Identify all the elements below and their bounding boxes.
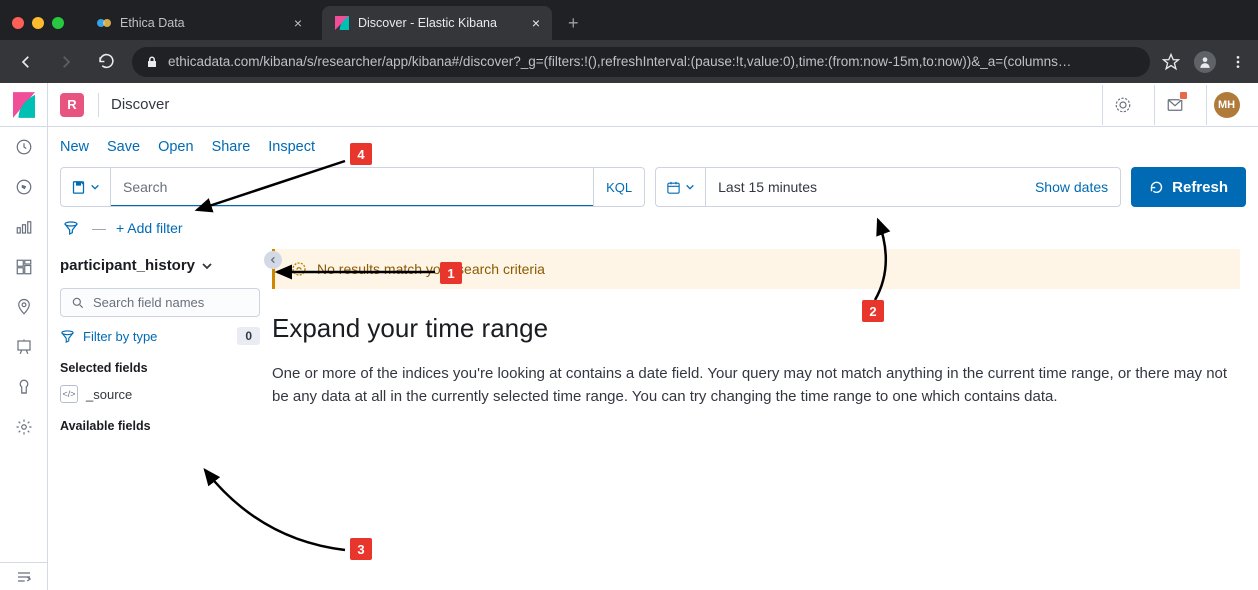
time-range-label[interactable]: Last 15 minutes bbox=[706, 168, 1023, 206]
field-name: _source bbox=[86, 387, 132, 402]
share-button[interactable]: Share bbox=[212, 139, 251, 155]
selected-fields-label: Selected fields bbox=[60, 361, 260, 375]
forward-button[interactable] bbox=[52, 48, 80, 76]
notification-dot-icon bbox=[1179, 91, 1188, 100]
nav-discover-icon[interactable] bbox=[0, 167, 48, 207]
add-filter-button[interactable]: + Add filter bbox=[116, 220, 183, 236]
chevron-down-icon bbox=[201, 260, 213, 272]
action-bar: New Save Open Share Inspect bbox=[48, 127, 1258, 167]
show-dates-button[interactable]: Show dates bbox=[1023, 168, 1120, 206]
favicon-icon bbox=[334, 15, 350, 31]
tab-title: Ethica Data bbox=[120, 16, 185, 30]
filter-icon bbox=[60, 329, 75, 344]
chevron-down-icon bbox=[685, 182, 695, 192]
field-item[interactable]: </> _source bbox=[60, 385, 260, 403]
window-zoom-icon[interactable] bbox=[52, 17, 64, 29]
calendar-button[interactable] bbox=[656, 168, 706, 206]
field-search-input[interactable]: Search field names bbox=[60, 288, 260, 317]
url-text: ethicadata.com/kibana/s/researcher/app/k… bbox=[168, 54, 1136, 69]
saved-query-button[interactable] bbox=[61, 168, 111, 206]
time-picker: Last 15 minutes Show dates bbox=[655, 167, 1121, 207]
browser-tab-kibana[interactable]: Discover - Elastic Kibana × bbox=[322, 6, 552, 40]
breadcrumb: Discover bbox=[111, 96, 169, 113]
fields-sidebar: participant_history Search field names F… bbox=[48, 249, 272, 590]
expand-title: Expand your time range bbox=[272, 313, 1240, 344]
field-type-icon: </> bbox=[60, 385, 78, 403]
star-icon[interactable] bbox=[1162, 53, 1180, 71]
query-row: Search KQL Last 15 minutes Show dates Re… bbox=[48, 167, 1258, 217]
filter-bar: — + Add filter bbox=[48, 217, 1258, 249]
refresh-label: Refresh bbox=[1172, 179, 1228, 196]
favicon-icon bbox=[96, 15, 112, 31]
newsfeed-icon[interactable] bbox=[1154, 85, 1194, 125]
reload-button[interactable] bbox=[92, 48, 120, 76]
nav-visualize-icon[interactable] bbox=[0, 207, 48, 247]
no-results-banner: No results match your search criteria bbox=[272, 249, 1240, 289]
window-close-icon[interactable] bbox=[12, 17, 24, 29]
search-input[interactable]: Search bbox=[111, 168, 593, 207]
available-fields-label: Available fields bbox=[60, 419, 260, 433]
close-icon[interactable]: × bbox=[294, 15, 302, 31]
kibana-app: R Discover MH New Save Open Share Inspec… bbox=[0, 83, 1258, 590]
address-bar[interactable]: ethicadata.com/kibana/s/researcher/app/k… bbox=[132, 47, 1150, 77]
field-search-placeholder: Search field names bbox=[93, 295, 204, 310]
new-tab-button[interactable]: + bbox=[560, 13, 587, 34]
results-area: No results match your search criteria Ex… bbox=[272, 249, 1258, 590]
nav-management-icon[interactable] bbox=[0, 407, 48, 447]
back-button[interactable] bbox=[12, 48, 40, 76]
search-icon bbox=[71, 296, 85, 310]
chevron-down-icon bbox=[90, 182, 100, 192]
refresh-button[interactable]: Refresh bbox=[1131, 167, 1246, 207]
warning-text: No results match your search criteria bbox=[317, 261, 545, 277]
search-placeholder: Search bbox=[123, 179, 167, 195]
nav-recent-icon[interactable] bbox=[0, 127, 48, 167]
index-pattern-name: participant_history bbox=[60, 257, 195, 274]
content-row: participant_history Search field names F… bbox=[48, 249, 1258, 590]
main-area: R Discover MH New Save Open Share Inspec… bbox=[48, 83, 1258, 590]
sidebar-collapse-icon[interactable] bbox=[264, 251, 282, 269]
address-row: ethicadata.com/kibana/s/researcher/app/k… bbox=[0, 40, 1258, 83]
lock-icon bbox=[146, 56, 158, 68]
nav-collapse-button[interactable] bbox=[0, 562, 48, 590]
window-minimize-icon[interactable] bbox=[32, 17, 44, 29]
inspect-button[interactable]: Inspect bbox=[268, 139, 315, 155]
divider bbox=[98, 93, 99, 117]
index-pattern-picker[interactable]: participant_history bbox=[60, 253, 260, 278]
query-group: Search KQL bbox=[60, 167, 645, 207]
profile-icon[interactable] bbox=[1194, 51, 1216, 73]
warning-icon bbox=[291, 261, 307, 277]
close-icon[interactable]: × bbox=[532, 15, 540, 31]
open-button[interactable]: Open bbox=[158, 139, 193, 155]
new-button[interactable]: New bbox=[60, 139, 89, 155]
help-icon[interactable] bbox=[1102, 85, 1142, 125]
filter-by-type-label: Filter by type bbox=[83, 329, 157, 344]
nav-canvas-icon[interactable] bbox=[0, 327, 48, 367]
browser-chrome: Ethica Data × Discover - Elastic Kibana … bbox=[0, 0, 1258, 83]
top-bar: R Discover MH bbox=[48, 83, 1258, 127]
left-nav-rail bbox=[0, 83, 48, 590]
nav-maps-icon[interactable] bbox=[0, 287, 48, 327]
filter-by-type-button[interactable]: Filter by type 0 bbox=[60, 327, 260, 345]
menu-icon[interactable] bbox=[1230, 54, 1246, 70]
avatar: MH bbox=[1214, 92, 1240, 118]
nav-devtools-icon[interactable] bbox=[0, 367, 48, 407]
kql-toggle[interactable]: KQL bbox=[593, 168, 644, 206]
browser-tab-ethica[interactable]: Ethica Data × bbox=[84, 6, 314, 40]
filter-count-badge: 0 bbox=[237, 327, 260, 345]
kibana-logo[interactable] bbox=[0, 83, 48, 127]
traffic-lights bbox=[12, 17, 64, 29]
nav-dashboard-icon[interactable] bbox=[0, 247, 48, 287]
filter-options-icon[interactable] bbox=[60, 217, 82, 239]
tab-strip: Ethica Data × Discover - Elastic Kibana … bbox=[0, 0, 1258, 40]
tab-title: Discover - Elastic Kibana bbox=[358, 16, 497, 30]
refresh-icon bbox=[1149, 180, 1164, 195]
save-button[interactable]: Save bbox=[107, 139, 140, 155]
user-menu[interactable]: MH bbox=[1206, 85, 1246, 125]
expand-body: One or more of the indices you're lookin… bbox=[272, 362, 1240, 409]
space-badge[interactable]: R bbox=[60, 93, 84, 117]
